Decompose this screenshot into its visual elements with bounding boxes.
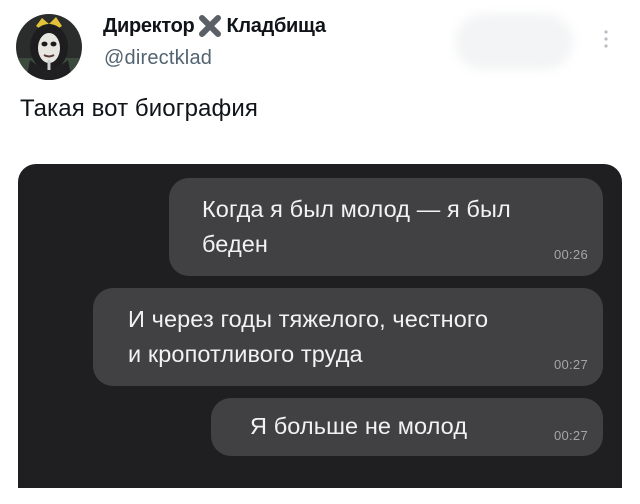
author-name-part1: Директор xyxy=(103,14,195,37)
message-timestamp: 00:27 xyxy=(553,357,588,372)
message-line: и кропотливого труда xyxy=(128,341,363,367)
more-vertical-icon[interactable] xyxy=(600,28,612,50)
message-text: Когда я был молод — я был беден xyxy=(202,192,511,262)
blurred-follow-area xyxy=(455,14,573,70)
author-handle[interactable]: @directklad xyxy=(104,47,212,70)
x-icon xyxy=(197,13,223,39)
message-timestamp: 00:26 xyxy=(553,247,588,262)
message-text: И через годы тяжелого, честного и кропот… xyxy=(128,302,488,372)
chat-message-bubble: И через годы тяжелого, честного и кропот… xyxy=(93,288,603,386)
message-line: беден xyxy=(202,231,269,257)
message-text: Я больше не молод xyxy=(250,409,467,444)
message-line: И через годы тяжелого, честного xyxy=(128,306,489,332)
nun-mask-avatar-icon xyxy=(16,14,82,80)
chat-screenshot[interactable]: Когда я был молод — я был беден 00:26 И … xyxy=(18,164,622,488)
author-name-part2: Кладбища xyxy=(226,14,326,37)
chat-message-bubble: Когда я был молод — я был беден 00:26 xyxy=(169,178,603,276)
chat-message-bubble: Я больше не молод 00:27 xyxy=(211,398,603,456)
author-name[interactable]: Директор Кладбища xyxy=(103,13,326,39)
author-avatar[interactable] xyxy=(16,14,82,80)
tweet-text: Такая вот биография xyxy=(20,95,258,122)
message-line: Я больше не молод xyxy=(250,413,468,439)
message-line: Когда я был молод — я был xyxy=(202,196,511,222)
message-timestamp: 00:27 xyxy=(553,428,588,443)
